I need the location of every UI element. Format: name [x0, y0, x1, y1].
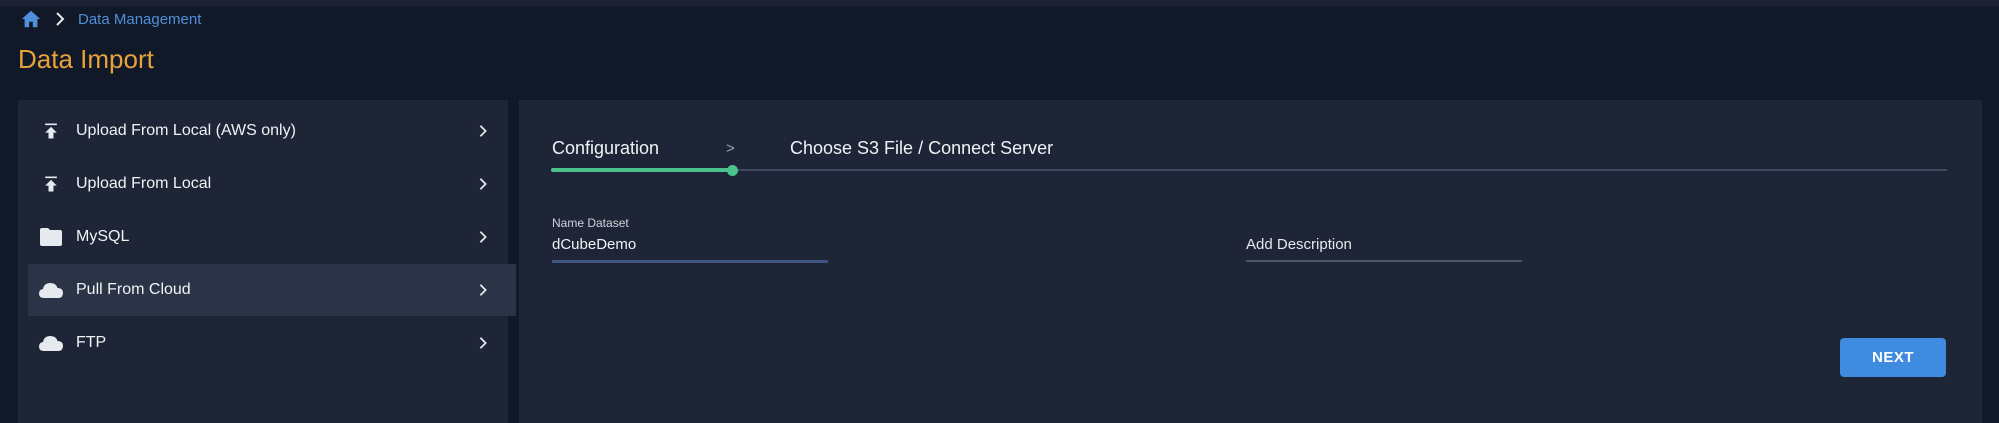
upload-icon: [38, 171, 64, 197]
home-icon[interactable]: [20, 8, 42, 30]
breadcrumb-link-data-management[interactable]: Data Management: [78, 11, 201, 28]
sidebar-item-upload-local-aws[interactable]: Upload From Local (AWS only): [28, 105, 516, 157]
sidebar-item-upload-local[interactable]: Upload From Local: [28, 158, 516, 210]
breadcrumb: Data Management: [20, 8, 201, 30]
step-choose-s3-file[interactable]: Choose S3 File / Connect Server: [790, 138, 1053, 159]
upload-icon: [38, 118, 64, 144]
chevron-right-icon: [474, 122, 492, 140]
chevron-right-icon: [474, 334, 492, 352]
folder-icon: [38, 224, 64, 250]
sidebar: Upload From Local (AWS only) Upload From…: [18, 100, 516, 423]
name-dataset-input[interactable]: [552, 233, 828, 255]
chevron-right-icon: [474, 175, 492, 193]
sidebar-item-label: Upload From Local (AWS only): [76, 122, 296, 139]
cloud-icon: [38, 277, 64, 303]
step-configuration[interactable]: Configuration: [552, 138, 659, 159]
import-config-panel: Configuration > Choose S3 File / Connect…: [519, 100, 1982, 423]
sidebar-item-label: MySQL: [76, 228, 130, 245]
stepper-progress: [551, 168, 734, 172]
chevron-right-icon: [474, 281, 492, 299]
stepper-track: [551, 169, 1947, 171]
step-separator: >: [726, 140, 735, 157]
sidebar-item-label: FTP: [76, 334, 107, 351]
description-input[interactable]: [1246, 233, 1522, 255]
stepper-current-dot: [727, 165, 738, 176]
description-underline: [1246, 260, 1522, 262]
cloud-icon: [38, 330, 64, 356]
page-title: Data Import: [18, 44, 154, 74]
name-dataset-underline: [552, 260, 828, 263]
sidebar-item-label: Upload From Local: [76, 175, 212, 192]
sidebar-item-label: Pull From Cloud: [76, 281, 191, 298]
sidebar-item-pull-from-cloud[interactable]: Pull From Cloud: [28, 264, 516, 316]
sidebar-item-ftp[interactable]: FTP: [28, 317, 516, 369]
next-button[interactable]: NEXT: [1840, 338, 1946, 377]
sidebar-item-mysql[interactable]: MySQL: [28, 211, 516, 263]
chevron-right-icon: [52, 11, 68, 27]
name-dataset-label: Name Dataset: [552, 216, 629, 230]
chevron-right-icon: [474, 228, 492, 246]
top-strip: [0, 0, 1999, 6]
